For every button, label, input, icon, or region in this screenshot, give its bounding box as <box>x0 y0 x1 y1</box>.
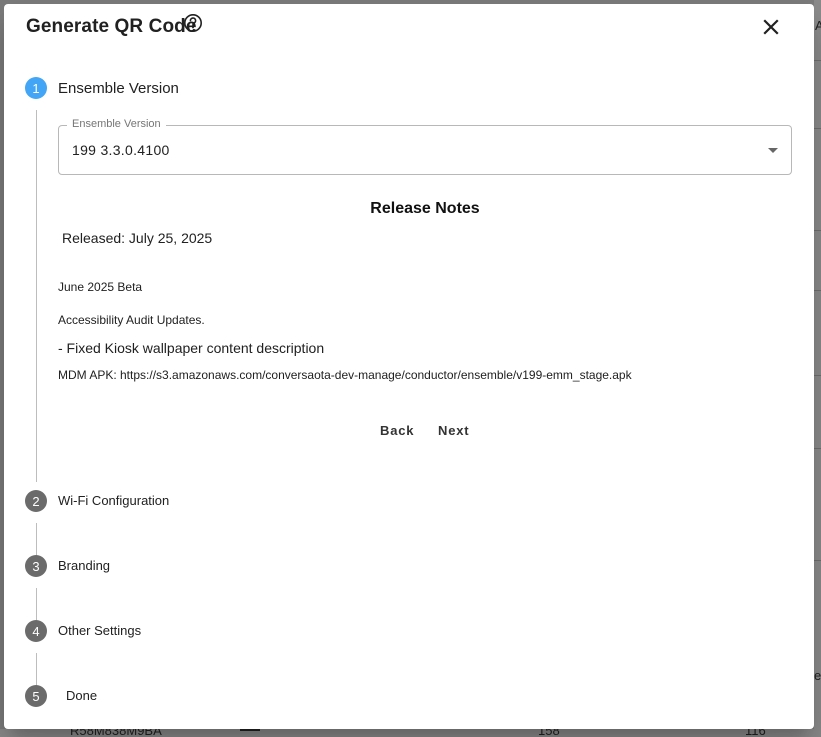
close-icon <box>763 19 779 35</box>
backdrop-divider <box>814 230 821 231</box>
next-button[interactable]: Next <box>438 418 469 442</box>
step-1-label[interactable]: Ensemble Version <box>58 80 179 97</box>
step-4-label[interactable]: Other Settings <box>58 623 141 638</box>
close-button[interactable] <box>758 14 784 40</box>
back-button[interactable]: Back <box>380 418 414 442</box>
release-note-line: June 2025 Beta <box>58 280 143 294</box>
ensemble-version-select[interactable]: Ensemble Version 199 3.3.0.4100 <box>58 118 792 175</box>
step-connector <box>36 653 37 686</box>
backdrop-text: e <box>814 668 821 683</box>
backdrop-divider <box>814 290 821 291</box>
backdrop-cell: R58M838M9BA <box>70 729 162 737</box>
backdrop-table-row: R58M838M9BA 158 116 (Expired) <box>0 729 821 737</box>
step-1-indicator: 1 <box>25 77 47 99</box>
dropdown-arrow-icon <box>768 148 778 153</box>
step-connector <box>36 110 37 482</box>
backdrop-dash <box>240 729 260 731</box>
backdrop-divider <box>814 560 821 561</box>
select-value: 199 3.3.0.4100 <box>72 142 170 158</box>
step-2-indicator: 2 <box>25 490 47 512</box>
backdrop-cell: 158 <box>538 729 560 737</box>
step-3-label[interactable]: Branding <box>58 558 110 573</box>
backdrop-cell: 116 (Expired) <box>745 729 766 737</box>
release-note-line: Accessibility Audit Updates. <box>58 313 205 327</box>
release-note-line: - Fixed Kiosk wallpaper content descript… <box>58 340 325 356</box>
backdrop-text: A <box>815 18 821 33</box>
release-date: Released: July 25, 2025 <box>62 230 213 246</box>
step-connector <box>36 588 37 621</box>
step-connector <box>36 523 37 556</box>
step-4-indicator: 4 <box>25 620 47 642</box>
step-5-indicator: 5 <box>25 685 47 707</box>
release-note-line: MDM APK: https://s3.amazonaws.com/conver… <box>58 368 632 382</box>
help-circle-icon[interactable] <box>183 13 203 33</box>
select-label: Ensemble Version <box>67 118 166 130</box>
generate-qr-dialog: Generate QR Code 1 Ensemble Version Ense… <box>4 4 814 729</box>
step-5-label[interactable]: Done <box>66 688 97 703</box>
backdrop-divider <box>814 448 821 449</box>
backdrop-page-edge <box>814 0 821 737</box>
backdrop-divider <box>814 60 821 61</box>
backdrop-divider <box>814 128 821 129</box>
backdrop-divider <box>814 375 821 376</box>
release-notes-heading: Release Notes <box>370 200 480 217</box>
dialog-title: Generate QR Code <box>26 16 197 37</box>
step-3-indicator: 3 <box>25 555 47 577</box>
step-2-label[interactable]: Wi-Fi Configuration <box>58 493 169 508</box>
